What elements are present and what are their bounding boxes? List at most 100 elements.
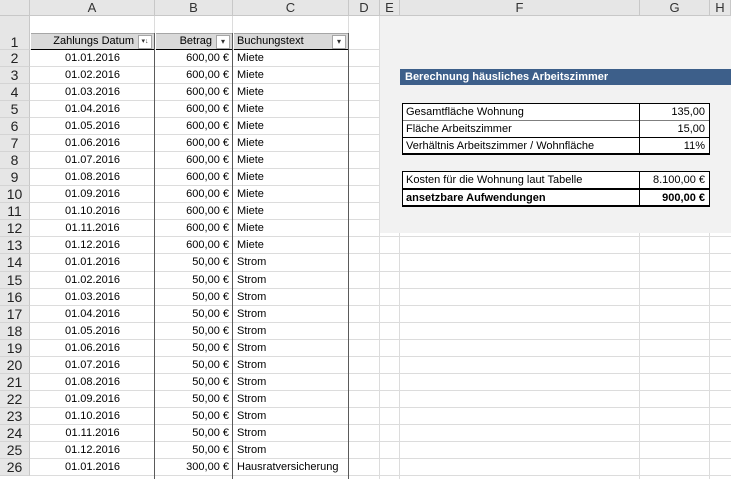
row-header-25[interactable]: 25	[0, 441, 30, 459]
table-cell-amount[interactable]: 50,00 €	[156, 323, 232, 340]
table-cell-amount[interactable]: 50,00 €	[156, 357, 232, 374]
table-cell-date[interactable]: 01.12.2016	[31, 237, 154, 254]
row-header-2[interactable]: 2	[0, 50, 30, 68]
table-cell-date[interactable]: 01.11.2016	[31, 220, 154, 237]
row-header-26[interactable]: 26	[0, 458, 30, 476]
row-header-9[interactable]: 9	[0, 169, 30, 187]
table-cell-text[interactable]: Miete	[234, 169, 348, 186]
costs-value[interactable]: 8.100,00 €	[640, 172, 708, 188]
table-cell-date[interactable]: 01.02.2016	[31, 67, 154, 84]
row-header-11[interactable]: 11	[0, 203, 30, 221]
table-cell-date[interactable]: 01.12.2016	[31, 442, 154, 459]
table-cell-amount[interactable]: 600,00 €	[156, 84, 232, 101]
table-cell-amount[interactable]: 50,00 €	[156, 408, 232, 425]
table-cell-date[interactable]: 01.04.2016	[31, 101, 154, 118]
table-cell-text[interactable]: Strom	[234, 323, 348, 340]
table-cell-date[interactable]: 01.06.2016	[31, 340, 154, 357]
table-cell-text[interactable]: Strom	[234, 306, 348, 323]
table-cell-date[interactable]: 01.08.2016	[31, 374, 154, 391]
table-cell-amount[interactable]: 600,00 €	[156, 67, 232, 84]
table-cell-date[interactable]: 01.01.2016	[31, 50, 154, 67]
table-cell-text[interactable]: Miete	[234, 237, 348, 254]
row-header-10[interactable]: 10	[0, 186, 30, 204]
table-cell-date[interactable]: 01.03.2016	[31, 84, 154, 101]
table-cell-text[interactable]: Miete	[234, 220, 348, 237]
table-cell-amount[interactable]: 50,00 €	[156, 340, 232, 357]
table-cell-text[interactable]: Strom	[234, 254, 348, 271]
row-header-6[interactable]: 6	[0, 118, 30, 136]
table-cell-amount[interactable]: 50,00 €	[156, 306, 232, 323]
table-cell-amount[interactable]: 50,00 €	[156, 425, 232, 442]
row-header-16[interactable]: 16	[0, 288, 30, 306]
calc-value[interactable]: 15,00	[640, 121, 708, 137]
calc-value[interactable]: 11%	[640, 138, 708, 154]
row-header-21[interactable]: 21	[0, 373, 30, 391]
column-header-c[interactable]: C	[233, 0, 349, 16]
row-header-23[interactable]: 23	[0, 407, 30, 425]
row-header-3[interactable]: 3	[0, 67, 30, 85]
row-header-20[interactable]: 20	[0, 356, 30, 374]
table-cell-date[interactable]: 01.08.2016	[31, 169, 154, 186]
table-cell-text[interactable]: Miete	[234, 67, 348, 84]
table-cell-amount[interactable]: 600,00 €	[156, 152, 232, 169]
result-value[interactable]: 900,00 €	[640, 190, 708, 206]
table-cell-amount[interactable]: 600,00 €	[156, 118, 232, 135]
table-cell-text[interactable]: Miete	[234, 50, 348, 67]
table-cell-text[interactable]: Strom	[234, 408, 348, 425]
select-all-corner[interactable]	[0, 0, 30, 16]
table-cell-text[interactable]: Miete	[234, 135, 348, 152]
table-cell-amount[interactable]: 50,00 €	[156, 442, 232, 459]
table-cell-amount[interactable]: 50,00 €	[156, 289, 232, 306]
table-cell-date[interactable]: 01.09.2016	[31, 391, 154, 408]
column-header-e[interactable]: E	[380, 0, 400, 16]
table-cell-amount[interactable]: 300,00 €	[156, 459, 232, 476]
table-cell-text[interactable]: Miete	[234, 118, 348, 135]
sort-filter-icon[interactable]: ▾↓	[138, 35, 152, 49]
column-header-d[interactable]: D	[349, 0, 380, 16]
row-header-12[interactable]: 12	[0, 220, 30, 238]
column-header-g[interactable]: G	[640, 0, 710, 16]
row-header-7[interactable]: 7	[0, 135, 30, 153]
table-cell-date[interactable]: 01.10.2016	[31, 408, 154, 425]
table-cell-amount[interactable]: 600,00 €	[156, 220, 232, 237]
row-header-5[interactable]: 5	[0, 101, 30, 119]
table-cell-text[interactable]: Miete	[234, 84, 348, 101]
table-cell-amount[interactable]: 50,00 €	[156, 374, 232, 391]
table-cell-amount[interactable]: 600,00 €	[156, 203, 232, 220]
costs-label[interactable]: Kosten für die Wohnung laut Tabelle	[403, 172, 640, 188]
table-cell-text[interactable]: Hausratversicherung	[234, 459, 348, 476]
table-cell-amount[interactable]: 600,00 €	[156, 135, 232, 152]
table-cell-text[interactable]: Strom	[234, 442, 348, 459]
row-header-15[interactable]: 15	[0, 271, 30, 289]
table-cell-amount[interactable]: 600,00 €	[156, 50, 232, 67]
column-header-h[interactable]: H	[710, 0, 731, 16]
table-cell-text[interactable]: Miete	[234, 186, 348, 203]
row-header-24[interactable]: 24	[0, 424, 30, 442]
dropdown-arrow-icon[interactable]: ▾	[332, 35, 346, 49]
table-cell-date[interactable]: 01.07.2016	[31, 357, 154, 374]
calc-label[interactable]: Fläche Arbeitszimmer	[403, 121, 640, 137]
row-header-18[interactable]: 18	[0, 322, 30, 340]
table-cell-text[interactable]: Miete	[234, 203, 348, 220]
table-cell-amount[interactable]: 50,00 €	[156, 254, 232, 271]
row-header-8[interactable]: 8	[0, 152, 30, 170]
table-cell-date[interactable]: 01.01.2016	[31, 254, 154, 271]
table-cell-date[interactable]: 01.03.2016	[31, 289, 154, 306]
table-cell-amount[interactable]: 600,00 €	[156, 169, 232, 186]
row-header-4[interactable]: 4	[0, 84, 30, 102]
table-cell-date[interactable]: 01.06.2016	[31, 135, 154, 152]
column-header-f[interactable]: F	[400, 0, 640, 16]
row-header-19[interactable]: 19	[0, 339, 30, 357]
table-cell-date[interactable]: 01.07.2016	[31, 152, 154, 169]
table-cell-amount[interactable]: 50,00 €	[156, 272, 232, 289]
column-header-b[interactable]: B	[155, 0, 233, 16]
dropdown-arrow-icon[interactable]: ▾	[216, 35, 230, 49]
table-cell-date[interactable]: 01.11.2016	[31, 425, 154, 442]
table-cell-amount[interactable]: 600,00 €	[156, 101, 232, 118]
table-cell-amount[interactable]: 50,00 €	[156, 391, 232, 408]
table-cell-date[interactable]: 01.04.2016	[31, 306, 154, 323]
column-header-a[interactable]: A	[30, 0, 155, 16]
table-cell-text[interactable]: Strom	[234, 272, 348, 289]
table-cell-amount[interactable]: 600,00 €	[156, 237, 232, 254]
table-cell-text[interactable]: Strom	[234, 425, 348, 442]
